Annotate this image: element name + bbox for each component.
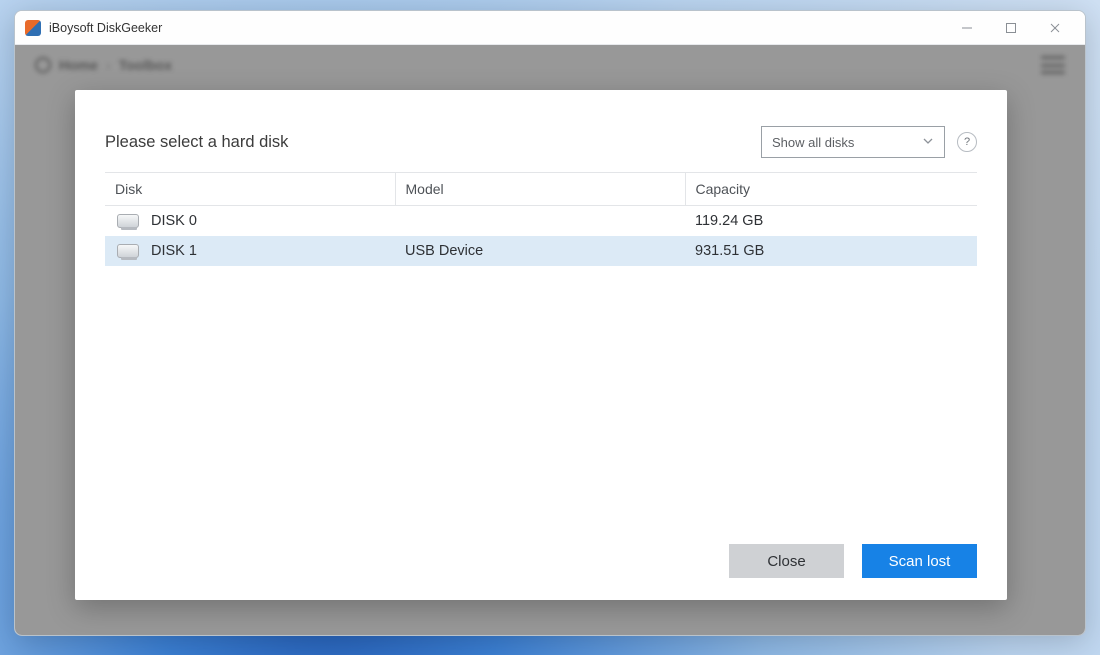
- window-title: iBoysoft DiskGeeker: [49, 21, 162, 35]
- col-header-disk[interactable]: Disk: [105, 173, 395, 206]
- close-button[interactable]: Close: [729, 544, 844, 578]
- disk-icon: [117, 214, 139, 228]
- dialog-footer: Close Scan lost: [75, 528, 1007, 600]
- disk-icon: [117, 244, 139, 258]
- scan-lost-button[interactable]: Scan lost: [862, 544, 977, 578]
- help-icon: ?: [964, 136, 970, 148]
- col-header-model[interactable]: Model: [395, 173, 685, 206]
- disk-table-wrap: Disk Model Capacity DISK 0119.24 GBDISK …: [75, 172, 1007, 528]
- disk-filter-dropdown[interactable]: Show all disks: [761, 126, 945, 158]
- maximize-button[interactable]: [989, 14, 1033, 42]
- table-row[interactable]: DISK 0 119.24 GB: [105, 206, 977, 237]
- desktop-background: iBoysoft DiskGeeker Home › Toolbox: [0, 0, 1100, 655]
- dialog-title: Please select a hard disk: [105, 133, 288, 152]
- minimize-button[interactable]: [945, 14, 989, 42]
- app-body: Home › Toolbox Please select a hard disk…: [15, 45, 1085, 635]
- select-disk-dialog: Please select a hard disk Show all disks…: [75, 90, 1007, 600]
- disk-model: [395, 206, 685, 237]
- disk-table: Disk Model Capacity DISK 0119.24 GBDISK …: [105, 172, 977, 266]
- help-button[interactable]: ?: [957, 132, 977, 152]
- table-header-row: Disk Model Capacity: [105, 173, 977, 206]
- app-window: iBoysoft DiskGeeker Home › Toolbox: [14, 10, 1086, 636]
- disk-name: DISK 1: [151, 243, 197, 259]
- disk-capacity: 931.51 GB: [685, 236, 977, 266]
- disk-filter-label: Show all disks: [772, 135, 854, 150]
- disk-model: USB Device: [395, 236, 685, 266]
- close-window-button[interactable]: [1033, 14, 1077, 42]
- titlebar[interactable]: iBoysoft DiskGeeker: [15, 11, 1085, 45]
- app-icon: [25, 20, 41, 36]
- col-header-capacity[interactable]: Capacity: [685, 173, 977, 206]
- chevron-down-icon: [922, 135, 934, 150]
- disk-capacity: 119.24 GB: [685, 206, 977, 237]
- dialog-header: Please select a hard disk Show all disks…: [75, 90, 1007, 172]
- table-row[interactable]: DISK 1 USB Device931.51 GB: [105, 236, 977, 266]
- disk-name: DISK 0: [151, 213, 197, 229]
